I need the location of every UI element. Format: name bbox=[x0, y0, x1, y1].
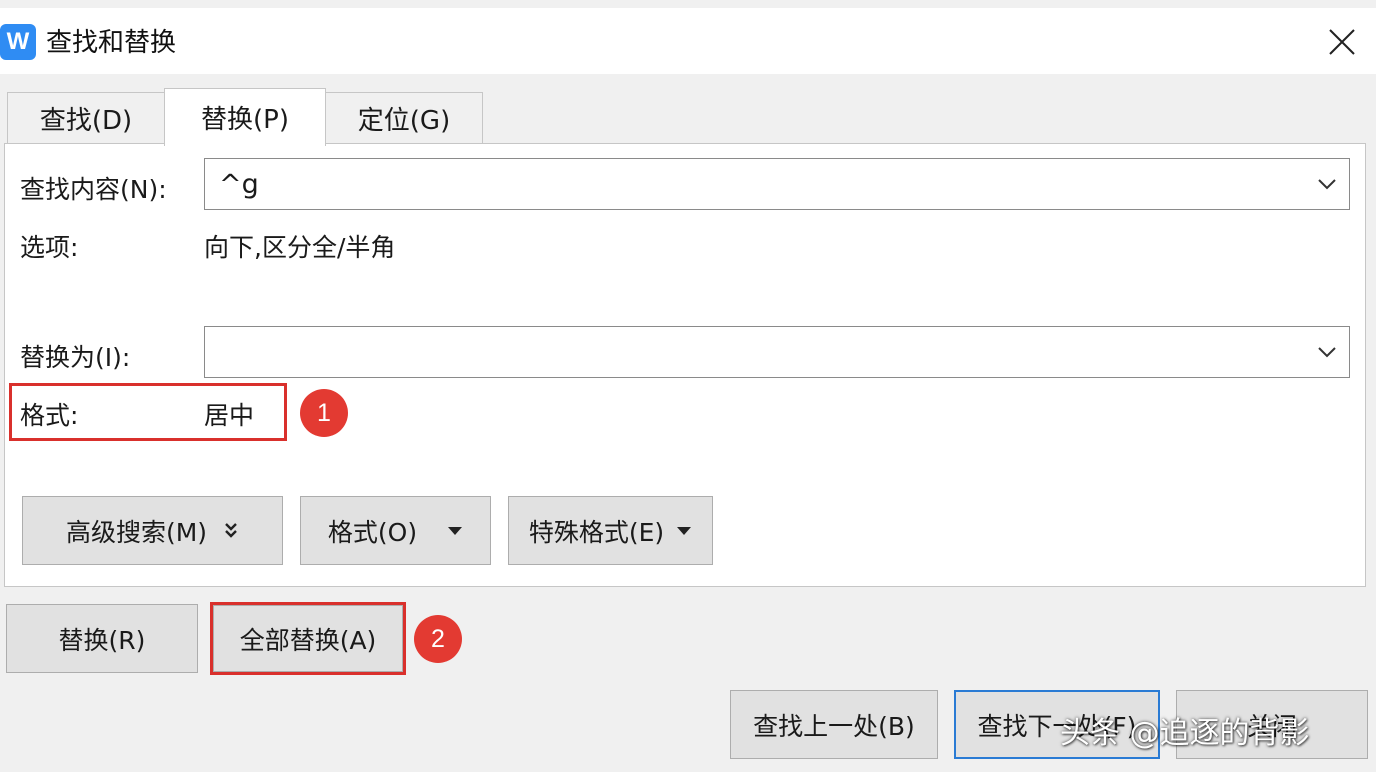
tab-replace[interactable]: 替换(P) bbox=[164, 88, 326, 146]
special-format-button[interactable]: 特殊格式(E) bbox=[508, 496, 713, 565]
chevron-down-icon[interactable] bbox=[1317, 346, 1337, 358]
wps-writer-icon: W bbox=[0, 24, 36, 60]
annotation-badge-2: 2 bbox=[414, 615, 462, 663]
dropdown-arrow-icon bbox=[677, 526, 692, 535]
dropdown-arrow-icon bbox=[448, 526, 463, 535]
close-icon[interactable] bbox=[1318, 20, 1364, 66]
options-value: 向下,区分全/半角 bbox=[204, 233, 396, 262]
find-label: 查找内容(N): bbox=[20, 175, 167, 204]
options-label: 选项: bbox=[20, 233, 79, 262]
format-menu-button[interactable]: 格式(O) bbox=[300, 496, 491, 565]
tab-goto[interactable]: 定位(G) bbox=[325, 92, 483, 144]
replace-all-highlight-box bbox=[210, 602, 406, 675]
replace-input[interactable] bbox=[204, 326, 1350, 378]
replace-button[interactable]: 替换(R) bbox=[6, 604, 198, 673]
find-input-value: ^g bbox=[219, 168, 259, 200]
double-chevron-down-icon bbox=[225, 522, 237, 538]
title-bar bbox=[0, 8, 1376, 74]
find-input[interactable]: ^g bbox=[204, 158, 1350, 210]
chevron-down-icon[interactable] bbox=[1317, 178, 1337, 190]
dialog-title: 查找和替换 bbox=[46, 28, 177, 58]
format-highlight-box bbox=[9, 383, 287, 441]
annotation-badge-1: 1 bbox=[300, 389, 348, 437]
find-previous-button[interactable]: 查找上一处(B) bbox=[730, 690, 938, 759]
special-format-label: 特殊格式(E) bbox=[528, 517, 665, 547]
advanced-search-label: 高级搜索(M) bbox=[65, 517, 208, 547]
tab-find[interactable]: 查找(D) bbox=[7, 92, 165, 144]
replace-label: 替换为(I): bbox=[20, 343, 131, 372]
advanced-search-button[interactable]: 高级搜索(M) bbox=[22, 496, 283, 565]
watermark: 头条 @追逐的背影 bbox=[1060, 716, 1310, 751]
format-menu-label: 格式(O) bbox=[327, 517, 418, 547]
